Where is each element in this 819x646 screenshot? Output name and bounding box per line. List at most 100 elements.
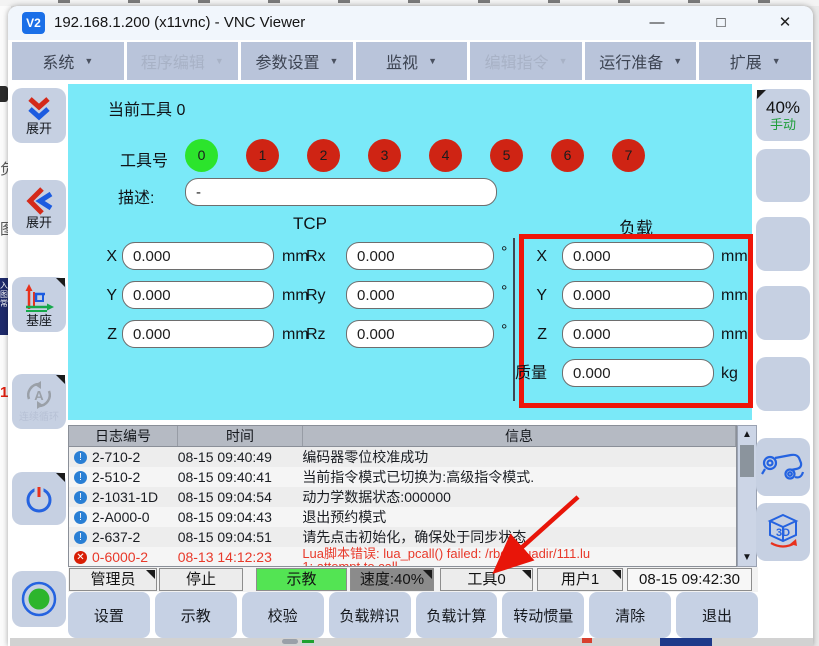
tool-circle-6[interactable]: 6 [551,139,584,172]
button-校验[interactable]: 校验 [242,592,324,638]
right-button-hand-guide-icon[interactable] [756,438,810,496]
tcp-y-input[interactable] [122,281,274,309]
tcp-axis-label: Z [80,320,117,349]
base-axes-icon [22,282,56,314]
log-scrollbar[interactable]: ▲ ▼ [737,425,757,567]
status-用户1[interactable]: 用户1 [537,568,623,591]
load-axis-label: X [495,242,547,271]
load-input[interactable] [562,320,714,348]
tool-circle-0[interactable]: 0 [185,139,218,172]
tool-circle-3[interactable]: 3 [368,139,401,172]
speed-value: 40% [766,98,800,117]
log-row[interactable]: !2-1031-1D08-15 09:04:54动力学数据状态:000000 [69,487,736,507]
log-row[interactable]: ! 2-510-2 08-15 09:40:41当前指令模式已切换为:高级指令模式. [69,467,736,487]
status-管理员[interactable]: 管理员 [69,568,157,591]
log-table-header: 日志编号时间信息 [69,426,736,447]
log-row[interactable]: !2-A000-008-15 09:04:43退出预约模式 [69,507,736,527]
tcp-x-input[interactable] [122,242,274,270]
log-time: 08-15 09:04:54 [178,487,303,507]
button-退出[interactable]: 退出 [676,592,758,638]
tool-circle-5[interactable]: 5 [490,139,523,172]
right-button-3d-view-icon[interactable]: 3D [756,503,810,561]
background-fragment [582,638,592,643]
status-示教[interactable]: 示教 [256,568,347,591]
tool-circle-1[interactable]: 1 [246,139,279,172]
menu-item-运行准备[interactable]: 运行准备▼ [585,42,697,80]
log-id: 2-510-2 [92,469,140,485]
corner-marker-icon [612,570,621,579]
close-button[interactable]: ✕ [768,6,802,40]
button-负载辨识[interactable]: 负载辨识 [329,592,411,638]
button-示教[interactable]: 示教 [155,592,237,638]
maximize-button[interactable]: □ [704,6,738,40]
tcp-rz-input[interactable] [346,320,494,348]
log-time: 08-15 09:40:41 [178,467,303,487]
window-title: 192.168.1.200 (x11vnc) - VNC Viewer [54,6,305,40]
log-message: 请先点击初始化，确保处于同步状态 [302,527,736,547]
corner-marker-icon [423,570,432,579]
right-button-empty[interactable] [756,357,810,411]
log-id-cell: !2-710-2 [69,447,178,467]
scroll-up-icon[interactable]: ▲ [738,429,756,440]
side-button-连续循环[interactable]: A连续循环 [12,374,66,429]
info-icon: ! [74,471,87,484]
log-row[interactable]: !2-710-208-15 09:40:49编码器零位校准成功 [69,447,736,467]
button-清除[interactable]: 清除 [589,592,671,638]
button-转动惯量[interactable]: 转动惯量 [502,592,584,638]
load-unit-label: mm [721,320,748,349]
tcp-rx-input[interactable] [346,242,494,270]
info-icon: ! [74,511,87,524]
bottom-button-bar: 设置示教校验负载辨识负载计算转动惯量清除退出 [68,592,758,638]
info-icon: ! [74,491,87,504]
side-button-展开[interactable]: 展开 [12,88,66,143]
menu-item-参数设置[interactable]: 参数设置▼ [241,42,353,80]
scroll-thumb[interactable] [740,445,754,477]
log-time: 08-15 09:04:51 [178,527,303,547]
side-button-power-icon[interactable] [12,472,66,525]
menu-item-扩展[interactable]: 扩展▼ [699,42,811,80]
log-message: 当前指令模式已切换为:高级指令模式. [302,467,736,487]
log-id: 2-1031-1D [92,489,158,505]
status-08-15 09:42:30[interactable]: 08-15 09:42:30 [627,568,752,591]
mode-label: 手动 [770,117,796,133]
status-工具0[interactable]: 工具0 [440,568,533,591]
menu-item-程序编辑[interactable]: 程序编辑▼ [127,42,239,80]
tool-circle-2[interactable]: 2 [307,139,340,172]
tcp-unit-label: mm [282,281,309,310]
side-button-展开[interactable]: 展开 [12,180,66,235]
side-button-基座[interactable]: 基座 [12,277,66,332]
menu-item-label: 编辑指令 [485,49,549,73]
load-input[interactable] [562,359,714,387]
right-button-empty[interactable] [756,149,810,202]
right-button-empty[interactable] [756,286,810,340]
log-id: 2-A000-0 [92,509,150,525]
load-input[interactable] [562,281,714,309]
menu-item-监视[interactable]: 监视▼ [356,42,468,80]
side-button-enable-icon[interactable] [12,571,66,627]
log-row[interactable]: ✕0-6000-208-13 14:12:23Lua脚本错误: lua_pcal… [69,547,736,567]
corner-marker-icon [757,90,766,99]
load-input[interactable] [562,242,714,270]
description-label: 描述: [118,184,154,208]
right-button-empty[interactable] [756,217,810,271]
background-fragment-text: 常 [0,299,8,308]
tcp-axis-label: X [80,242,117,271]
tcp-raxis-label: Rz [306,320,338,349]
tool-circle-7[interactable]: 7 [612,139,645,172]
log-row[interactable]: !2-637-208-15 09:04:51请先点击初始化，确保处于同步状态 [69,527,736,547]
description-input[interactable] [185,178,497,206]
menu-item-编辑指令[interactable]: 编辑指令▼ [470,42,582,80]
minimize-button[interactable]: — [640,6,674,40]
tcp-ry-input[interactable] [346,281,494,309]
button-设置[interactable]: 设置 [68,592,150,638]
status-速度:40%[interactable]: 速度:40% [350,568,434,591]
scroll-down-icon[interactable]: ▼ [738,552,756,563]
tool-circle-4[interactable]: 4 [429,139,462,172]
tcp-z-input[interactable] [122,320,274,348]
menu-bar: 系统▼程序编辑▼参数设置▼监视▼编辑指令▼运行准备▼扩展▼ [12,42,811,80]
status-停止[interactable]: 停止 [159,568,243,591]
button-负载计算[interactable]: 负载计算 [416,592,498,638]
speed-mode-button[interactable]: 40%手动 [756,89,810,141]
double-chevron-left-icon [24,186,54,216]
menu-item-系统[interactable]: 系统▼ [12,42,124,80]
